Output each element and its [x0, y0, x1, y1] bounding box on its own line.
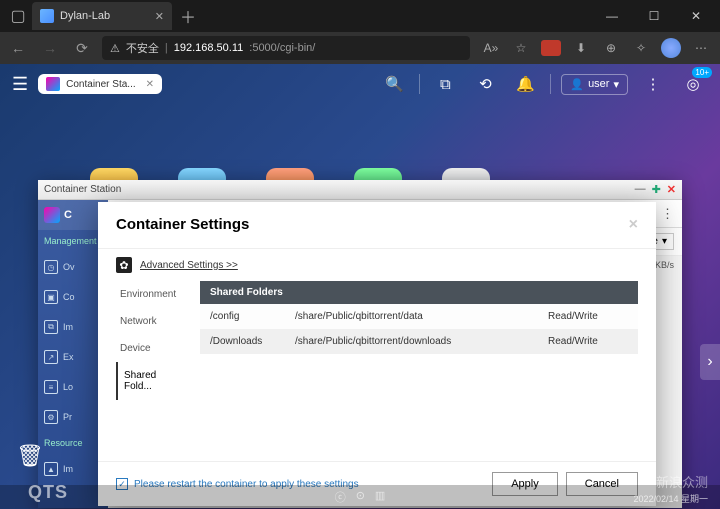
settings-tabs: Environment Network Device Shared Fold..… [116, 281, 188, 461]
qts-desktop: ☰ Container Sta... ✕ 🔍 ⧉ ⟲ 🔔 👤 user ▾ ⋮ … [0, 64, 720, 509]
extensions-icon[interactable]: ⊕ [598, 36, 624, 60]
user-label: user [588, 78, 609, 90]
dashboard-icon[interactable]: ◎10+ [678, 69, 708, 99]
window-titlebar[interactable]: Container Station — ✚ ✕ [38, 180, 682, 200]
close-icon[interactable]: × [629, 216, 638, 234]
trash-icon[interactable]: 🗑 [16, 443, 44, 469]
close-tab-icon[interactable]: ✕ [155, 10, 164, 23]
tab-shared-folders[interactable]: Shared Fold... [116, 362, 188, 400]
modal-title: Container Settings [116, 216, 249, 234]
advanced-settings-link[interactable]: Advanced Settings >> [140, 260, 238, 271]
taskbar-app[interactable]: Container Sta... ✕ [38, 74, 162, 94]
favorite-icon[interactable]: ☆ [508, 36, 534, 60]
url-path: :5000/cgi-bin/ [249, 42, 315, 54]
kebab-icon[interactable]: ⋮ [661, 206, 674, 222]
table-row[interactable]: /Downloads /share/Public/qbittorrent/dow… [200, 329, 638, 354]
downloads-icon[interactable]: ⬇ [568, 36, 594, 60]
table-row[interactable]: /config /share/Public/qbittorrent/data R… [200, 304, 638, 329]
devices-icon[interactable]: ⟲ [470, 69, 500, 99]
chevron-down-icon: ▾ [613, 78, 619, 91]
address-bar: ← → ⟳ ⚠ 不安全 | 192.168.50.11:5000/cgi-bin… [0, 32, 720, 64]
refresh-icon[interactable]: ⟳ [70, 36, 94, 60]
win-close-icon[interactable]: ✕ [667, 183, 676, 196]
gear-icon: ✿ [116, 257, 132, 273]
url-host: 192.168.50.11 [174, 42, 244, 54]
win-maximize-icon[interactable]: ✚ [652, 183, 661, 196]
user-icon: 👤 [570, 78, 584, 91]
collections-icon[interactable]: ✧ [628, 36, 654, 60]
profile-avatar[interactable] [658, 36, 684, 60]
qts-brand: QTS [28, 482, 68, 503]
table-header: Shared Folders [200, 281, 638, 304]
reader-icon[interactable]: A» [478, 36, 504, 60]
container-settings-modal: Container Settings × ✿ Advanced Settings… [98, 202, 656, 506]
tab-device[interactable]: Device [116, 335, 188, 362]
watermark: 新浪众测 [656, 472, 708, 491]
tab-environment[interactable]: Environment [116, 281, 188, 308]
clock: 2022/02/14 星期一 [633, 492, 708, 505]
footer-icons: ⓒ ⊙ ▥ [335, 489, 386, 505]
notifications-icon[interactable]: 🔔 [510, 69, 540, 99]
window-title: Container Station [44, 184, 121, 195]
notif-badge: 10+ [692, 67, 712, 78]
tab-title: Dylan-Lab [60, 10, 110, 22]
qts-top-bar: ☰ Container Sta... ✕ 🔍 ⧉ ⟲ 🔔 👤 user ▾ ⋮ … [0, 64, 720, 104]
forward-icon: → [38, 36, 62, 60]
chevron-down-icon: ▾ [662, 236, 667, 247]
app-label: Container Sta... [66, 79, 135, 90]
window-close-button[interactable]: ✕ [676, 2, 716, 30]
shared-folders-table: Shared Folders /config /share/Public/qbi… [200, 281, 638, 461]
url-input[interactable]: ⚠ 不安全 | 192.168.50.11:5000/cgi-bin/ [102, 36, 470, 60]
win-minimize-icon[interactable]: — [635, 183, 646, 196]
window-minimize-button[interactable]: ― [592, 2, 632, 30]
user-menu[interactable]: 👤 user ▾ [561, 74, 628, 95]
volume-icon[interactable]: ⧉ [430, 69, 460, 99]
favicon-icon [40, 9, 54, 23]
close-app-icon[interactable]: ✕ [146, 79, 154, 90]
menu-hamburger-icon[interactable]: ☰ [12, 74, 28, 95]
insecure-label: 不安全 [126, 40, 159, 56]
next-page-icon[interactable]: › [700, 344, 720, 380]
search-icon[interactable]: 🔍 [379, 69, 409, 99]
tab-network[interactable]: Network [116, 308, 188, 335]
new-tab-button[interactable]: ＋ [172, 4, 204, 28]
back-icon[interactable]: ← [6, 36, 30, 60]
footer-icon[interactable]: ▥ [375, 489, 385, 505]
menu-icon[interactable]: ⋯ [688, 36, 714, 60]
browser-tab[interactable]: Dylan-Lab ✕ [32, 2, 172, 30]
footer-icon[interactable]: ⓒ [335, 489, 346, 505]
browser-tab-strip: ▢ Dylan-Lab ✕ ＋ ― ☐ ✕ [0, 0, 720, 32]
window-maximize-button[interactable]: ☐ [634, 2, 674, 30]
footer-icon[interactable]: ⊙ [356, 489, 365, 505]
workspaces-icon[interactable]: ▢ [4, 2, 32, 30]
extension-adblock-icon[interactable] [538, 36, 564, 60]
insecure-icon: ⚠ [110, 42, 120, 55]
app-icon [46, 77, 60, 91]
more-vert-icon[interactable]: ⋮ [638, 69, 668, 99]
